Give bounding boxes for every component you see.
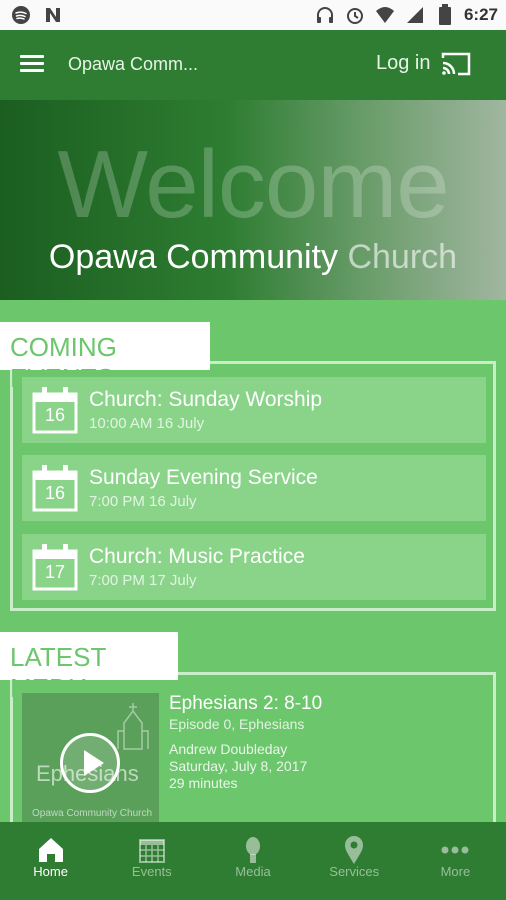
- cast-icon[interactable]: [440, 50, 472, 78]
- hero-banner: Welcome Opawa Community Church: [0, 100, 506, 300]
- event-time: 7:00 PM 16 July: [89, 493, 197, 510]
- church-name: Opawa Community Church: [0, 238, 506, 277]
- event-title: Church: Sunday Worship: [89, 388, 323, 411]
- media-duration: 29 minutes: [169, 775, 238, 791]
- more-dots-icon: [441, 846, 469, 854]
- app-title: Opawa Comm...: [68, 54, 199, 74]
- headphones-icon: [314, 4, 336, 26]
- n-app-icon: [42, 4, 64, 26]
- nav-home-label: Home: [33, 864, 68, 879]
- event-time: 10:00 AM 16 July: [89, 415, 205, 432]
- app-bar: Opawa Comm... Log in: [0, 30, 506, 100]
- play-icon[interactable]: [60, 733, 120, 793]
- media-date: Saturday, July 8, 2017: [169, 758, 308, 774]
- events-section-title: COMING EVENTS: [0, 322, 210, 393]
- login-button[interactable]: Log in: [376, 52, 431, 75]
- media-speaker: Andrew Doubleday: [169, 741, 288, 757]
- media-section-title: LATEST MEDIA: [0, 632, 178, 703]
- event-day: 16: [44, 405, 66, 425]
- nav-media[interactable]: Media: [202, 822, 303, 900]
- spotify-icon: [10, 4, 32, 26]
- status-bar: 6:27: [0, 0, 506, 30]
- signal-icon: [404, 4, 426, 26]
- event-time: 7:00 PM 17 July: [89, 572, 197, 589]
- nav-media-label: Media: [235, 864, 271, 879]
- bottom-navigation: Home Events Media Services More: [0, 822, 506, 900]
- nav-events[interactable]: Events: [101, 822, 202, 900]
- nav-more[interactable]: More: [405, 822, 506, 900]
- battery-icon: [434, 4, 456, 26]
- event-item[interactable]: 16 Church: Sunday Worship 10:00 AM 16 Ju…: [22, 377, 486, 443]
- event-item[interactable]: 17 Church: Music Practice 7:00 PM 17 Jul…: [22, 534, 486, 600]
- event-title: Church: Music Practice: [89, 545, 305, 568]
- church-name-light: Church: [347, 238, 458, 276]
- wifi-icon: [374, 4, 396, 26]
- hamburger-menu-icon[interactable]: [20, 52, 50, 78]
- media-thumbnail[interactable]: Ephesians Opawa Community Church: [22, 693, 159, 823]
- location-pin-icon: [345, 836, 364, 864]
- media-title[interactable]: Ephesians 2: 8-10: [169, 693, 322, 715]
- thumbnail-church-name: Opawa Community Church: [32, 808, 153, 819]
- calendar-icon: [138, 839, 165, 863]
- nav-services-label: Services: [329, 864, 380, 879]
- nav-more-label: More: [440, 864, 471, 879]
- media-episode: Episode 0, Ephesians: [169, 716, 305, 732]
- event-day: 16: [44, 483, 66, 503]
- microphone-icon: [246, 837, 260, 863]
- nav-home[interactable]: Home: [0, 822, 101, 900]
- nav-events-label: Events: [131, 864, 172, 879]
- alarm-icon: [344, 4, 366, 26]
- event-day: 17: [44, 562, 66, 582]
- home-icon: [38, 838, 63, 862]
- church-name-main: Opawa Community: [48, 238, 339, 276]
- event-title: Sunday Evening Service: [89, 466, 318, 489]
- church-building-icon: [117, 703, 149, 750]
- clock-time: 6:27: [463, 5, 498, 24]
- nav-services[interactable]: Services: [304, 822, 405, 900]
- event-item[interactable]: 16 Sunday Evening Service 7:00 PM 16 Jul…: [22, 455, 486, 521]
- welcome-heading: Welcome: [57, 131, 449, 238]
